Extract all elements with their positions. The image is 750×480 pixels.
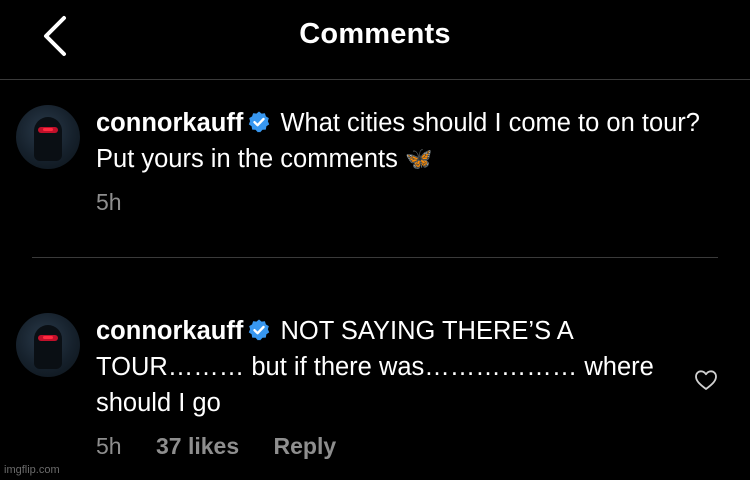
page-title: Comments bbox=[299, 18, 451, 50]
verified-badge-icon bbox=[249, 111, 270, 133]
caption-timestamp: 5h bbox=[96, 189, 122, 215]
comment-timestamp: 5h bbox=[96, 433, 122, 459]
caption-text-block: connorkauff What cities should I come to… bbox=[96, 105, 708, 177]
avatar[interactable] bbox=[16, 313, 80, 377]
verified-badge-icon bbox=[249, 319, 270, 341]
likes-count[interactable]: 37 likes bbox=[156, 433, 239, 459]
butterfly-emoji: 🦋 bbox=[404, 146, 433, 171]
avatar[interactable] bbox=[16, 105, 80, 169]
comment-username[interactable]: connorkauff bbox=[96, 317, 243, 345]
caption-meta: 5h bbox=[96, 189, 150, 216]
comment-text-block: connorkauff NOT SAYING THERE’S A TOUR………… bbox=[96, 313, 676, 421]
comment-meta: 5h 37 likes Reply bbox=[96, 433, 364, 460]
header-bar: Comments bbox=[0, 0, 750, 80]
reply-button[interactable]: Reply bbox=[274, 433, 337, 459]
caption-username[interactable]: connorkauff bbox=[96, 109, 243, 137]
heart-outline-icon[interactable] bbox=[694, 369, 718, 391]
divider bbox=[32, 257, 718, 258]
watermark: imgflip.com bbox=[4, 464, 60, 476]
